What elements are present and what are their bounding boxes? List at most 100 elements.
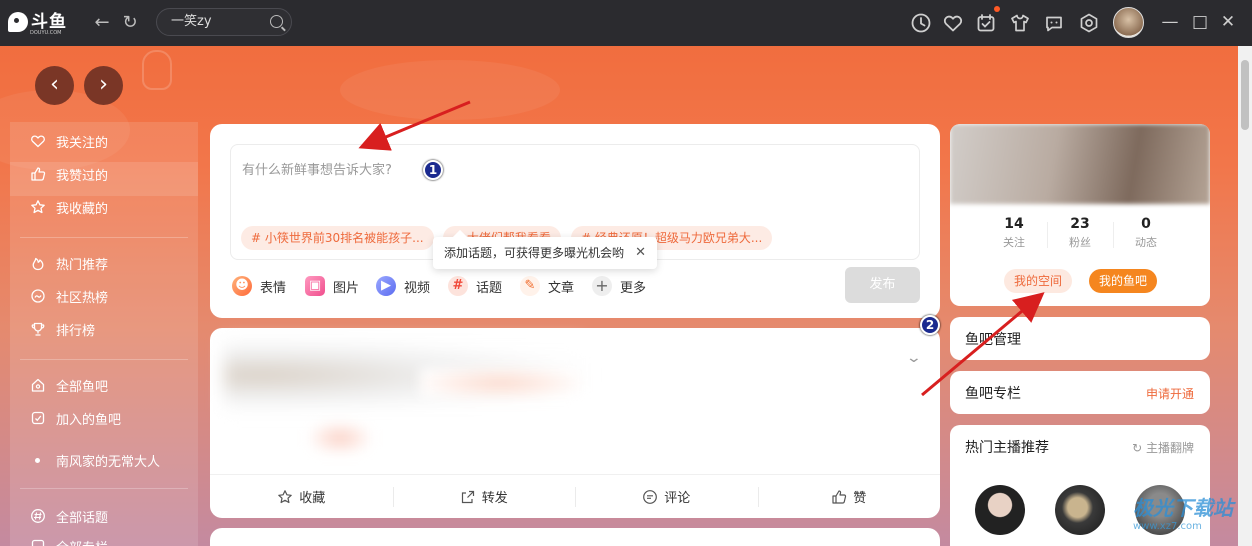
sidebar-item-all-topics[interactable]: 全部话题 — [30, 504, 108, 528]
chevron-down-icon[interactable]: ⌄ — [906, 350, 922, 366]
like-button[interactable]: 赞 — [757, 475, 941, 518]
history-clock-icon[interactable] — [910, 12, 932, 34]
action-label: 转发 — [481, 491, 508, 506]
comment-button[interactable]: 评论 — [575, 475, 758, 518]
tshirt-icon[interactable] — [1009, 12, 1031, 34]
tool-label: 文章 — [548, 280, 575, 296]
share-icon — [460, 489, 476, 505]
tool-article[interactable]: ✎ 文章 — [520, 275, 574, 297]
thumbs-up-icon — [30, 166, 46, 182]
video-icon: ▶ — [376, 276, 396, 296]
sidebar-item-joined-bar[interactable]: 南风家的无常大人 — [30, 448, 160, 472]
my-yuba-button[interactable]: 我的鱼吧 — [1089, 269, 1157, 293]
stat-value: 0 — [1141, 216, 1151, 232]
sidebar-item-label: 社区热榜 — [56, 290, 109, 306]
action-label: 赞 — [853, 491, 867, 506]
hot-list-icon — [30, 288, 46, 304]
share-button[interactable]: 转发 — [392, 475, 576, 518]
tool-image[interactable]: ▣ 图片 — [305, 275, 359, 297]
message-bubble-icon[interactable] — [1043, 12, 1065, 34]
anchor-avatar[interactable] — [1055, 485, 1105, 535]
sidebar-item-label: 南风家的无常大人 — [56, 454, 161, 470]
stat-fans[interactable]: 23 粉丝 — [1050, 216, 1110, 250]
stat-posts[interactable]: 0 动态 — [1116, 216, 1176, 250]
topic-chip[interactable]: # 小筷世界前30排名被能孩子... — [241, 226, 434, 250]
search-input[interactable]: 一笑zy — [156, 8, 292, 36]
tool-label: 话题 — [476, 280, 503, 296]
sidebar-item-community-hot[interactable]: 社区热榜 — [30, 284, 108, 308]
heart-icon[interactable] — [942, 12, 964, 34]
sidebar-item-label: 排行榜 — [56, 323, 96, 339]
fish-logo-icon — [8, 12, 28, 32]
sidebar-item-favorites[interactable]: 我收藏的 — [30, 195, 108, 219]
site-watermark: 极光下载站 www.xz7.com — [1133, 492, 1243, 542]
stat-value: 14 — [1004, 216, 1024, 232]
plus-icon: + — [592, 276, 612, 296]
sidebar-item-label: 我收藏的 — [56, 201, 109, 217]
logo-subtext: DOUYU.COM — [30, 30, 62, 36]
hot-anchor-title: 热门主播推荐 — [965, 440, 1049, 456]
calendar-check-icon[interactable] — [975, 12, 997, 34]
stat-value: 23 — [1070, 216, 1090, 232]
sidebar-item-liked[interactable]: 我赞过的 — [30, 162, 108, 186]
collect-button[interactable]: 收藏 — [210, 475, 393, 518]
close-icon[interactable]: ✕ — [1218, 12, 1238, 32]
sidebar-item-joined-yuba[interactable]: 加入的鱼吧 — [30, 406, 121, 430]
sidebar-item-label: 我赞过的 — [56, 168, 109, 184]
blurred-post-content — [310, 423, 370, 453]
left-sidebar: 我关注的 我赞过的 我收藏的 热门推荐 社区热榜 排行榜 全部鱼吧 加入的鱼吧 … — [10, 122, 198, 546]
douyu-logo[interactable]: 斗鱼 DOUYU.COM — [8, 8, 70, 36]
user-avatar[interactable] — [1113, 7, 1144, 38]
tool-emoji[interactable]: ☻ 表情 — [232, 275, 286, 297]
back-arrow-icon[interactable]: ← — [90, 11, 114, 35]
next-feed-card — [210, 528, 940, 546]
tool-topic[interactable]: # 话题 — [448, 275, 502, 297]
scrollbar-thumb[interactable] — [1241, 60, 1249, 130]
sidebar-item-label: 热门推荐 — [56, 257, 109, 273]
apply-open-link[interactable]: 申请开通 — [1146, 385, 1194, 402]
sidebar-divider — [20, 237, 188, 238]
sidebar-item-following[interactable]: 我关注的 — [30, 129, 108, 153]
stat-divider — [1113, 222, 1114, 248]
profile-card: 14 关注 23 粉丝 0 动态 我的空间 我的鱼吧 — [950, 124, 1210, 306]
my-space-button[interactable]: 我的空间 — [1004, 269, 1072, 293]
sidebar-item-label: 加入的鱼吧 — [56, 412, 122, 428]
feed-card: ⌄ 收藏 转发 评论 赞 — [210, 328, 940, 518]
sidebar-item-hot-recommend[interactable]: 热门推荐 — [30, 251, 108, 275]
topic-tooltip: 添加话题，可获得更多曝光机会哟 ✕ — [433, 229, 657, 269]
hashtag-icon: # — [448, 276, 468, 296]
close-icon[interactable]: ✕ — [635, 237, 646, 269]
heart-outline-icon — [30, 133, 46, 149]
notification-dot — [994, 6, 1000, 12]
publish-button[interactable]: 发布 — [845, 267, 920, 303]
sidebar-divider — [20, 359, 188, 360]
watermark-main: 极光下载站 — [1133, 496, 1233, 520]
prev-page-button[interactable]: ‹ — [35, 66, 74, 105]
minimize-icon[interactable]: — — [1160, 12, 1180, 32]
maximize-icon[interactable]: □ — [1190, 12, 1210, 32]
tool-label: 图片 — [333, 280, 360, 296]
action-label: 收藏 — [299, 491, 326, 506]
search-icon[interactable] — [270, 15, 283, 28]
sidebar-item-label: 我关注的 — [56, 135, 109, 151]
star-icon — [30, 199, 46, 215]
annotation-badge-1: 1 — [423, 160, 443, 180]
anchor-avatar[interactable] — [975, 485, 1025, 535]
tool-label: 表情 — [260, 280, 287, 296]
tool-more[interactable]: + 更多 — [592, 275, 646, 297]
sidebar-item-all-yuba[interactable]: 全部鱼吧 — [30, 373, 108, 397]
star-icon — [277, 489, 293, 505]
tool-video[interactable]: ▶ 视频 — [376, 275, 430, 297]
yuba-manage-card[interactable]: 鱼吧管理 — [950, 317, 1210, 360]
next-page-button[interactable]: › — [84, 66, 123, 105]
settings-hexagon-icon[interactable] — [1078, 12, 1100, 34]
watermark-sub: www.xz7.com — [1133, 521, 1202, 532]
refresh-icon[interactable]: ↻ — [118, 11, 142, 35]
sidebar-item-ranking[interactable]: 排行榜 — [30, 317, 95, 341]
anchor-flip-button[interactable]: ↻ 主播翻牌 — [1132, 439, 1194, 456]
sidebar-item-all-columns[interactable]: 全部专栏 — [30, 534, 108, 546]
stat-following[interactable]: 14 关注 — [984, 216, 1044, 250]
refresh-icon: ↻ — [1132, 441, 1143, 455]
trophy-icon — [30, 321, 46, 337]
yuba-column-card: 鱼吧专栏 申请开通 — [950, 371, 1210, 414]
